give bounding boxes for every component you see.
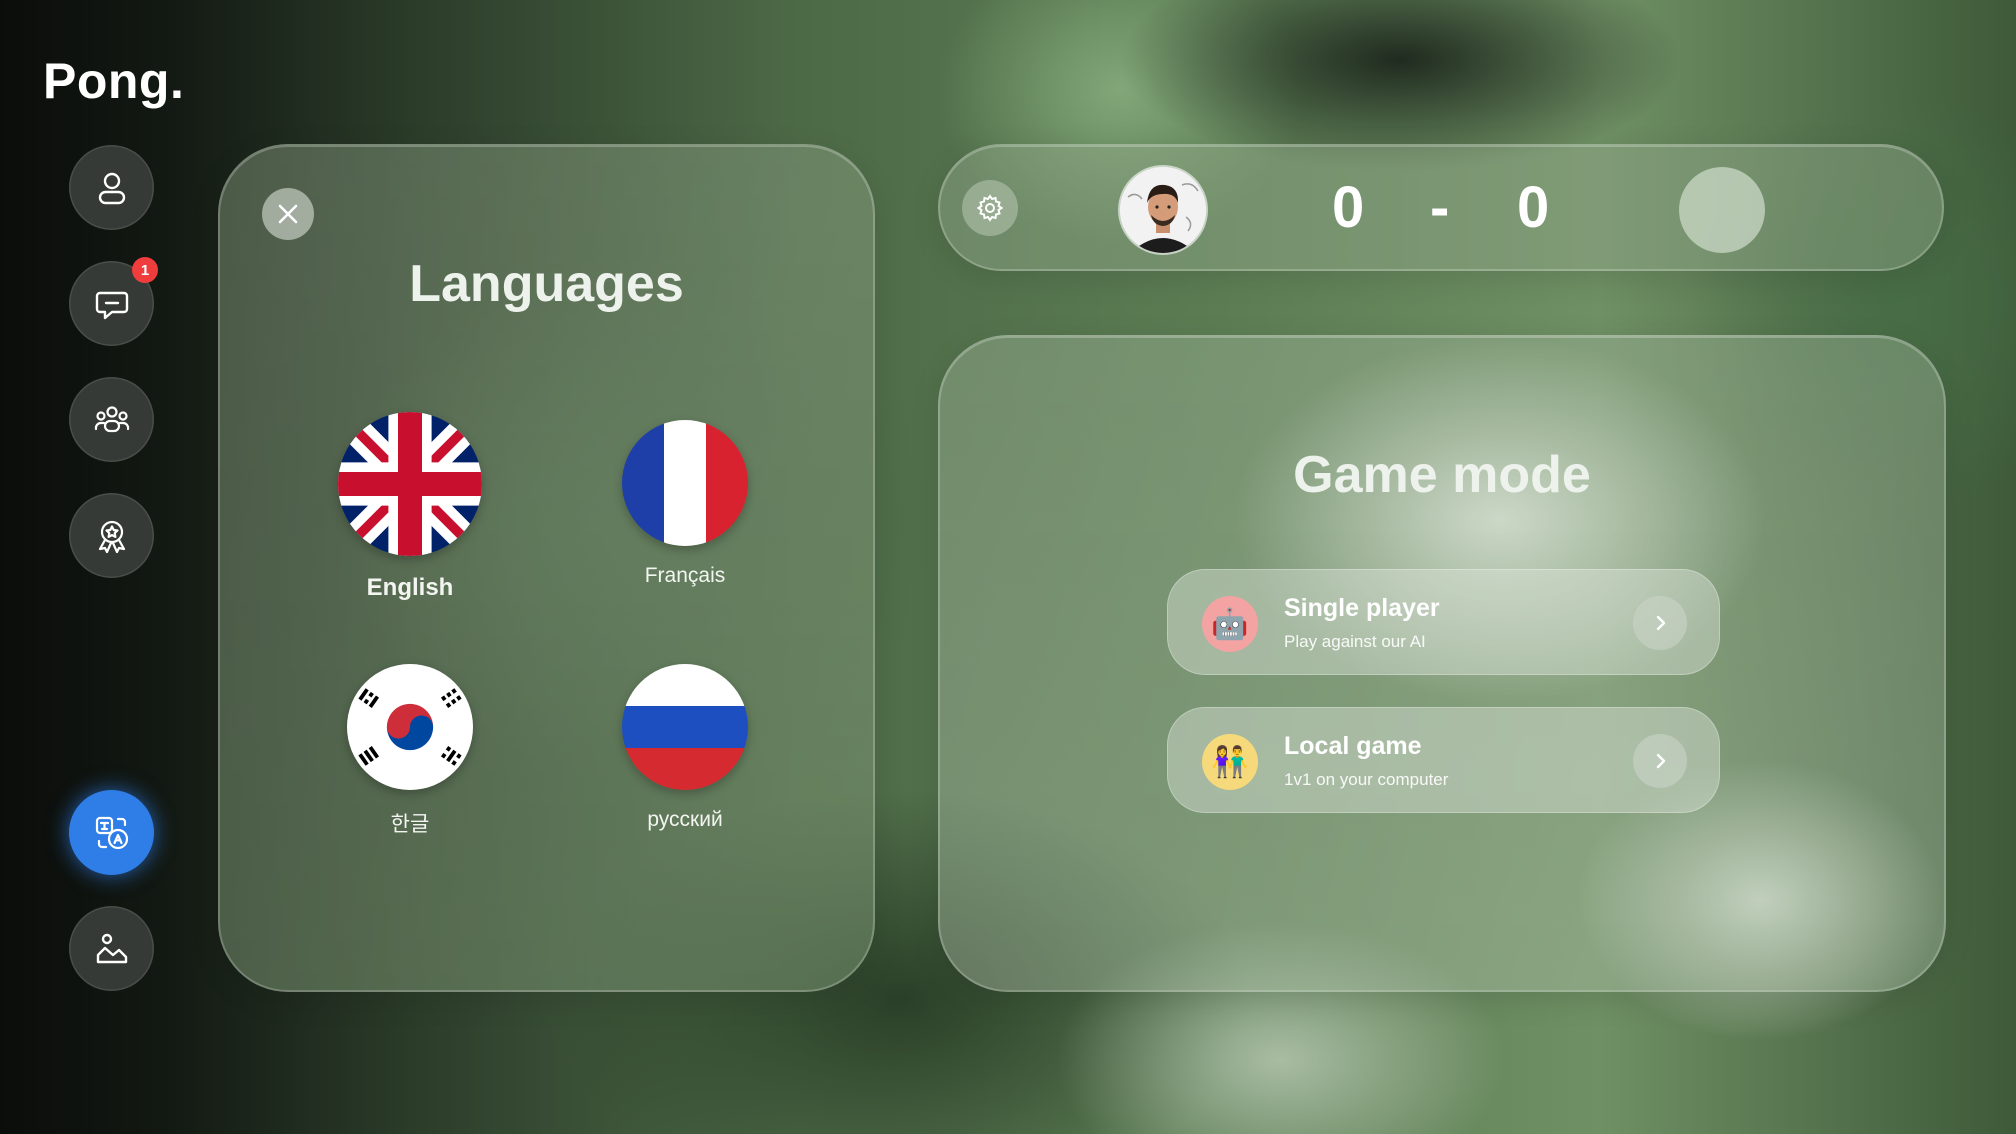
award-icon [98, 520, 125, 553]
single-player-option[interactable]: 🤖 Single player Play against our AI [1167, 569, 1720, 675]
close-icon [278, 204, 298, 224]
local-game-option[interactable]: 👫 Local game 1v1 on your computer [1167, 707, 1720, 813]
language-option-english[interactable]: English [310, 412, 510, 602]
close-button[interactable] [262, 188, 314, 240]
language-label-russian: русский [647, 808, 723, 831]
single-player-subtitle: Play against our AI [1284, 632, 1426, 651]
language-option-korean[interactable]: 한글 [310, 664, 510, 838]
user-icon [98, 172, 125, 204]
language-label-french: Français [644, 564, 726, 587]
chat-notification-badge: 1 [132, 257, 158, 283]
game-mode-panel: Game mode 🤖 Single player Play against o… [938, 335, 1946, 992]
chat-icon [95, 291, 128, 319]
korea-flag-icon [347, 664, 473, 790]
languages-title: Languages [409, 255, 684, 313]
game-mode-title: Game mode [1293, 446, 1591, 504]
languages-panel: Languages English Français 한글 русский [218, 144, 875, 992]
score-separator: - [1430, 175, 1450, 240]
language-label-english: English [366, 574, 454, 601]
sidebar-item-achievements[interactable] [69, 493, 154, 578]
language-option-french[interactable]: Français [585, 420, 785, 588]
chevron-right-icon [1656, 753, 1666, 769]
player-avatar[interactable] [1120, 167, 1206, 253]
local-game-arrow-button[interactable] [1633, 734, 1687, 788]
uk-flag-icon [338, 412, 482, 556]
france-flag-icon [622, 420, 748, 546]
opponent-avatar [1679, 167, 1765, 253]
local-game-title: Local game [1284, 732, 1422, 760]
single-player-title: Single player [1284, 594, 1440, 622]
sidebar-item-profile[interactable] [69, 145, 154, 230]
player-score: 0 [1332, 175, 1365, 240]
robot-icon: 🤖 [1202, 596, 1258, 652]
sidebar-item-language[interactable] [69, 790, 154, 875]
translate-icon [95, 816, 128, 849]
sidebar-item-chat[interactable]: 1 [69, 257, 158, 346]
language-option-russian[interactable]: русский [585, 664, 785, 832]
app-logo: Pong. [43, 53, 185, 109]
sidebar-item-friends[interactable] [69, 377, 154, 462]
russia-flag-icon [622, 664, 748, 790]
scoreboard: 0 - 0 [938, 144, 1944, 271]
settings-button[interactable] [962, 180, 1018, 236]
local-game-subtitle: 1v1 on your computer [1284, 770, 1449, 789]
chevron-right-icon [1656, 615, 1666, 631]
sidebar-item-theme[interactable] [69, 906, 154, 991]
single-player-arrow-button[interactable] [1633, 596, 1687, 650]
language-label-korean: 한글 [390, 813, 430, 836]
people-icon: 👫 [1202, 734, 1258, 790]
landscape-icon [96, 933, 127, 963]
users-icon [94, 405, 129, 432]
gear-icon [976, 194, 1004, 222]
opponent-score: 0 [1517, 175, 1550, 240]
